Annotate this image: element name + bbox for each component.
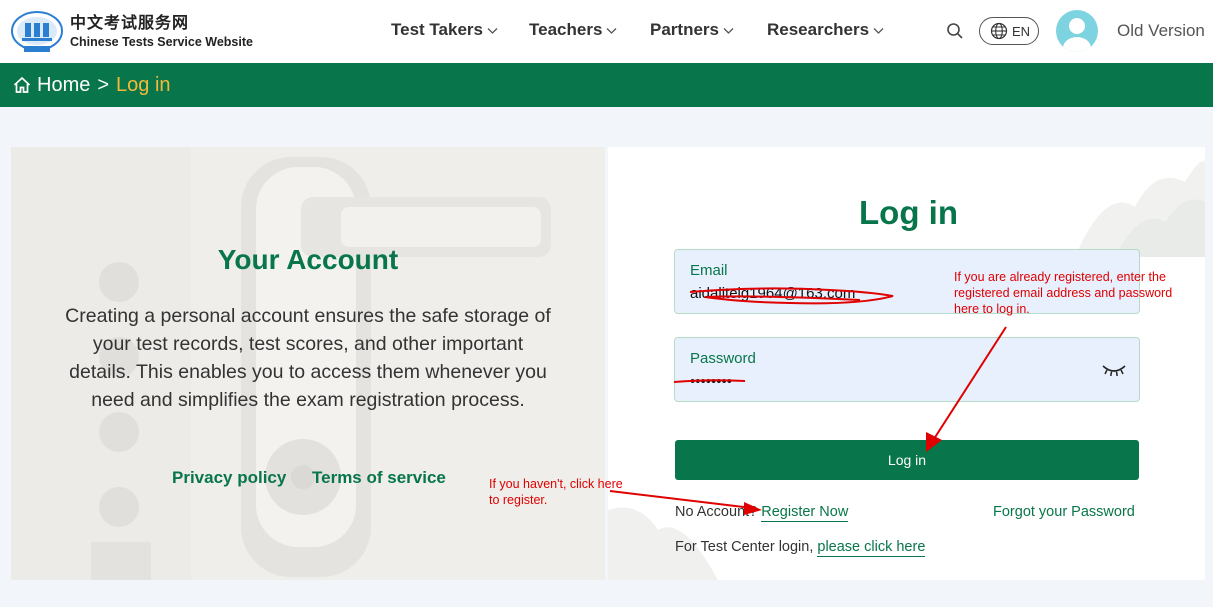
- user-avatar-icon[interactable]: [1056, 10, 1098, 52]
- chevron-down-icon: [606, 27, 617, 34]
- nav-label: Researchers: [767, 20, 870, 39]
- nav-label: Test Takers: [391, 20, 483, 39]
- nav-label: Partners: [650, 20, 719, 39]
- nav-test-takers[interactable]: Test Takers: [391, 20, 498, 40]
- email-label: Email: [690, 262, 728, 279]
- test-center-text: For Test Center login,: [675, 539, 814, 555]
- eye-closed-icon[interactable]: [1101, 362, 1127, 378]
- register-row: No Account? Register Now: [675, 504, 849, 522]
- password-input[interactable]: ••••••••: [690, 373, 732, 390]
- site-header: 中文考试服务网 Chinese Tests Service Website Te…: [0, 0, 1213, 63]
- logo-english-title: Chinese Tests Service Website: [70, 35, 253, 49]
- breadcrumb-current: Log in: [116, 73, 171, 96]
- breadcrumb-separator: >: [97, 73, 110, 96]
- breadcrumb: Home > Log in: [0, 63, 1213, 107]
- nav-researchers[interactable]: Researchers: [767, 20, 884, 40]
- account-title: Your Account: [217, 244, 399, 275]
- chevron-down-icon: [723, 27, 734, 34]
- no-account-text: No Account?: [675, 504, 758, 520]
- nav-label: Teachers: [529, 20, 603, 39]
- nav-teachers[interactable]: Teachers: [529, 20, 617, 40]
- logo-emblem-icon: [11, 11, 63, 52]
- test-center-row: For Test Center login, please click here: [675, 539, 926, 557]
- password-label: Password: [690, 350, 756, 367]
- login-button[interactable]: Log in: [675, 440, 1139, 480]
- annotation-registered-note: If you are already registered, enter the…: [954, 270, 1173, 316]
- search-icon[interactable]: [946, 22, 964, 40]
- logo-chinese-title: 中文考试服务网: [70, 15, 190, 32]
- email-input[interactable]: aidaliteig1964@163.com: [690, 285, 855, 302]
- password-field[interactable]: Password ••••••••: [674, 337, 1140, 402]
- language-label: EN: [1012, 23, 1031, 39]
- annotation-register-note: If you haven't, click here to register.: [489, 477, 623, 507]
- home-icon[interactable]: [12, 75, 32, 95]
- terms-of-service-link[interactable]: Terms of service: [312, 468, 446, 488]
- site-logo[interactable]: 中文考试服务网 Chinese Tests Service Website: [10, 10, 253, 54]
- test-center-login-link[interactable]: please click here: [817, 539, 926, 557]
- chevron-down-icon: [873, 27, 884, 34]
- globe-icon: [990, 22, 1008, 40]
- account-info-panel: Your Account Creating a personal account…: [11, 147, 605, 580]
- forgot-password-link[interactable]: Forgot your Password: [993, 504, 1135, 520]
- breadcrumb-home[interactable]: Home: [37, 74, 90, 97]
- login-title: Log in: [859, 194, 958, 231]
- nav-partners[interactable]: Partners: [650, 20, 734, 40]
- register-now-link[interactable]: Register Now: [761, 504, 849, 522]
- language-switcher[interactable]: EN: [979, 17, 1039, 45]
- privacy-policy-link[interactable]: Privacy policy: [172, 468, 286, 488]
- old-version-link[interactable]: Old Version: [1117, 21, 1205, 41]
- account-description: Creating a personal account ensures the …: [65, 305, 551, 411]
- chevron-down-icon: [487, 27, 498, 34]
- login-panel: Log in Email aidaliteig1964@163.com Pass…: [608, 147, 1205, 580]
